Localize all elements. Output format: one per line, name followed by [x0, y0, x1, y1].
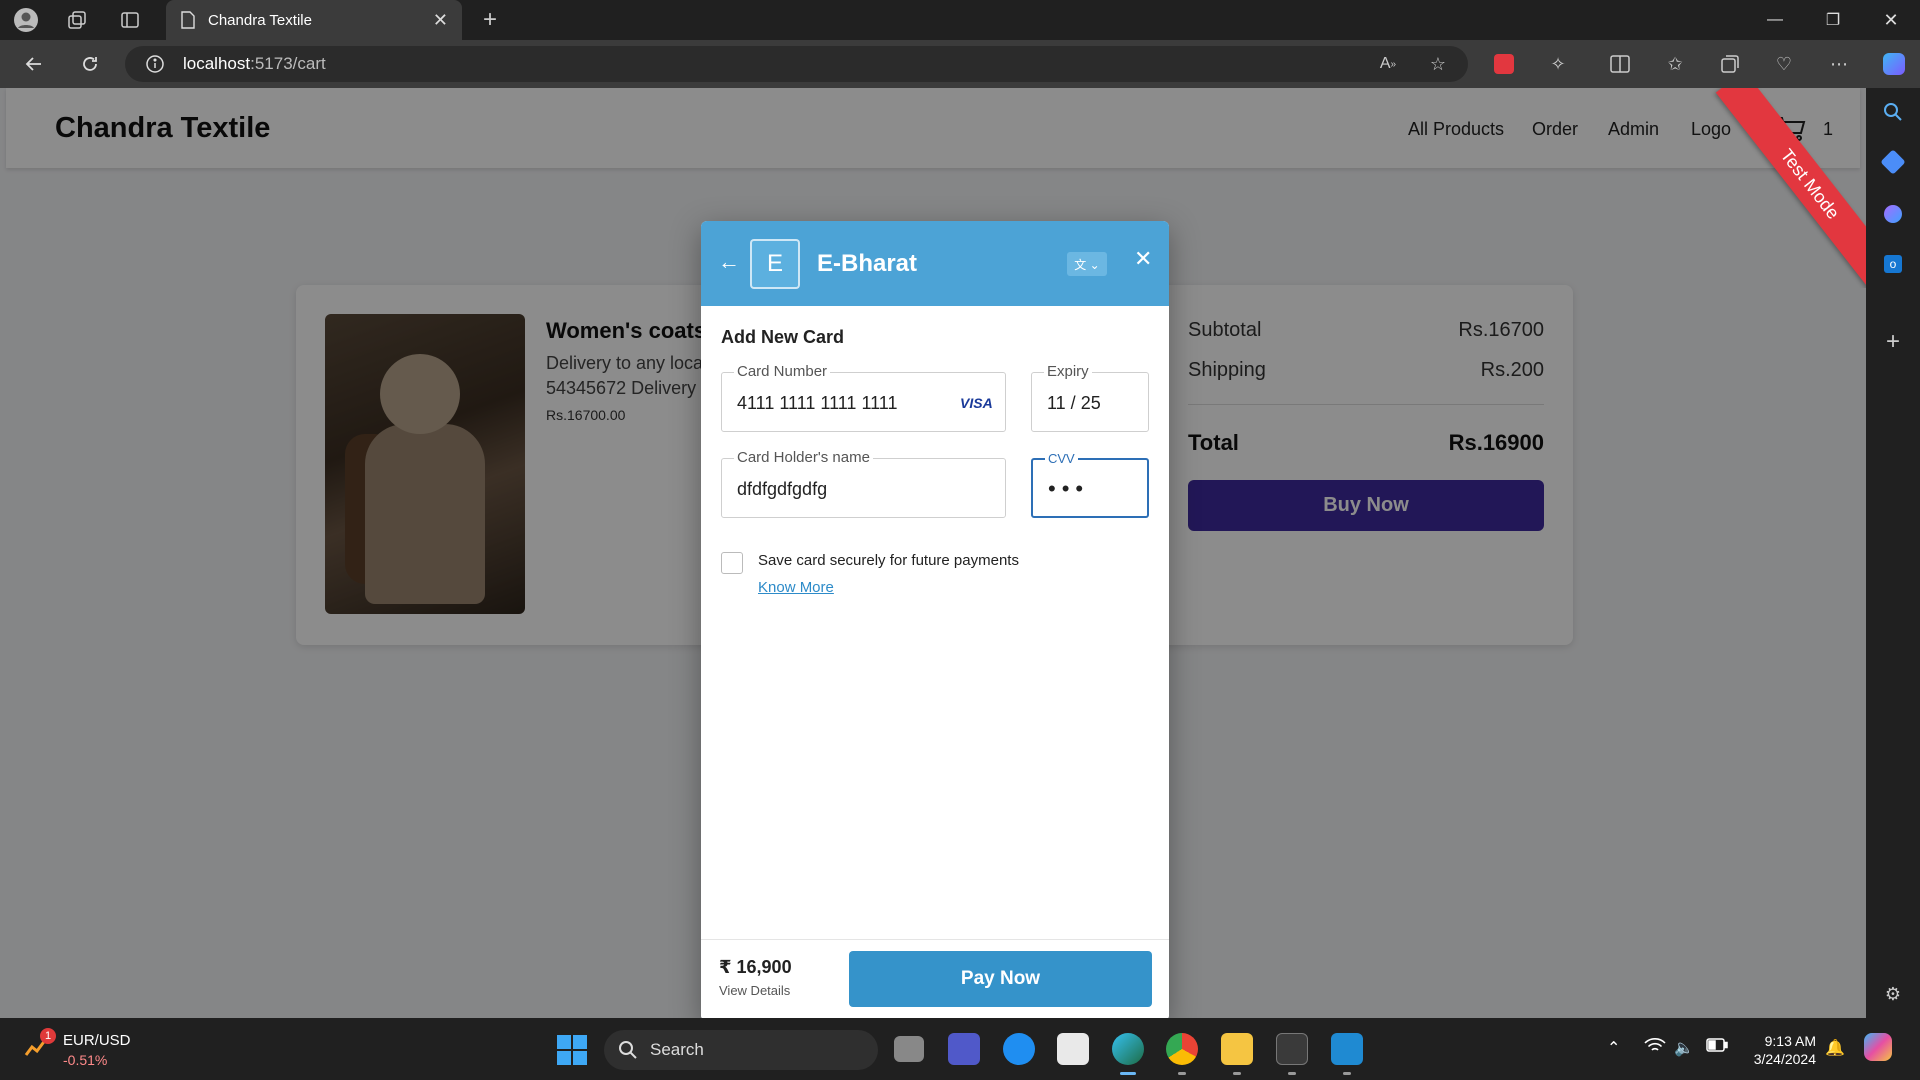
- modal-footer: ₹ 16,900 View Details Pay Now: [701, 939, 1169, 1018]
- file-explorer-icon[interactable]: [1221, 1033, 1253, 1065]
- back-icon[interactable]: [20, 50, 48, 78]
- know-more-link[interactable]: Know More: [758, 579, 834, 596]
- ticker-name[interactable]: EUR/USD: [63, 1032, 131, 1049]
- save-card-label[interactable]: Save card securely for future payments: [758, 552, 1019, 569]
- modal-header: ← E E-Bharat 文 ⌄ ✕: [701, 221, 1169, 306]
- sidebar-tools-icon[interactable]: [1879, 200, 1907, 228]
- tab-actions-icon[interactable]: [116, 6, 144, 34]
- card-number-label: Card Number: [734, 363, 831, 380]
- clock-time: 9:13 AM: [1764, 1033, 1816, 1049]
- wifi-icon[interactable]: [1644, 1038, 1666, 1059]
- refresh-icon[interactable]: [76, 50, 104, 78]
- store-icon[interactable]: [1057, 1033, 1089, 1065]
- cvv-value: •••: [1048, 476, 1090, 501]
- tray-chevron-icon[interactable]: ⌃: [1607, 1038, 1620, 1058]
- task-view-icon[interactable]: [894, 1036, 924, 1062]
- clock-date: 3/24/2024: [1753, 1051, 1816, 1067]
- copilot-icon[interactable]: [1880, 50, 1908, 78]
- battery-icon[interactable]: [1706, 1038, 1728, 1057]
- visa-logo: VISA: [960, 395, 993, 411]
- terminal-indicator: [1288, 1072, 1296, 1075]
- language-select-icon[interactable]: 文 ⌄: [1067, 252, 1107, 276]
- expiry-field[interactable]: Expiry 11 / 25: [1031, 363, 1149, 432]
- view-details-link[interactable]: View Details: [719, 983, 790, 998]
- vscode-indicator: [1343, 1072, 1351, 1075]
- volume-icon[interactable]: 🔈: [1674, 1038, 1694, 1058]
- restore-icon[interactable]: ❐: [1804, 0, 1862, 40]
- page-icon: [181, 11, 195, 29]
- add-card-heading: Add New Card: [721, 327, 845, 347]
- windows-taskbar: 1 EUR/USD -0.51% Search ⌃ 🔈 9:13 AM 3/24…: [0, 1018, 1920, 1080]
- split-screen-icon[interactable]: [1606, 50, 1634, 78]
- site-info-icon[interactable]: [145, 54, 165, 74]
- ticker-change: -0.51%: [63, 1052, 108, 1068]
- card-holder-value: dfdfgdfgdfg: [737, 479, 828, 499]
- cvv-label: CVV: [1045, 451, 1078, 466]
- edge-sidebar: o + ⚙: [1866, 88, 1920, 1018]
- more-menu-icon[interactable]: ⋯: [1825, 50, 1853, 78]
- profile-icon[interactable]: [12, 6, 40, 34]
- extension-red-icon[interactable]: [1490, 50, 1518, 78]
- merchant-logo: E: [750, 239, 800, 289]
- taskbar-search[interactable]: Search: [604, 1030, 878, 1070]
- search-label: Search: [650, 1040, 704, 1059]
- address-toolbar: localhost:5173/cart A» ☆ ✧ ✩ ♡ ⋯: [0, 40, 1920, 88]
- favorite-star-icon[interactable]: ☆: [1424, 50, 1452, 78]
- sidebar-search-icon[interactable]: [1879, 98, 1907, 126]
- edge-app-icon[interactable]: [1112, 1033, 1144, 1065]
- web-page: Chandra Textile All Products Order Admin…: [0, 88, 1866, 1018]
- extensions-puzzle-icon[interactable]: ✧: [1544, 50, 1572, 78]
- pay-now-button[interactable]: Pay Now: [849, 951, 1152, 1007]
- workspaces-icon[interactable]: [63, 6, 91, 34]
- payment-amount: ₹ 16,900: [719, 957, 792, 977]
- sidebar-add-icon[interactable]: +: [1879, 328, 1907, 356]
- sidebar-shopping-icon[interactable]: [1879, 148, 1907, 176]
- card-holder-label: Card Holder's name: [734, 449, 873, 466]
- modal-back-icon[interactable]: ←: [718, 249, 740, 275]
- expiry-value: 11 / 25: [1047, 393, 1101, 413]
- ticker-badge: 1: [40, 1028, 56, 1044]
- terminal-icon[interactable]: [1276, 1033, 1308, 1065]
- expiry-label: Expiry: [1044, 363, 1092, 380]
- modal-close-icon[interactable]: ✕: [1134, 246, 1152, 272]
- edge-active-indicator: [1120, 1072, 1136, 1075]
- sidebar-settings-icon[interactable]: ⚙: [1879, 980, 1907, 1008]
- explorer-indicator: [1233, 1072, 1241, 1075]
- read-aloud-icon[interactable]: A»: [1374, 50, 1402, 78]
- merchant-name: E-Bharat: [817, 250, 918, 277]
- payment-modal: ← E E-Bharat 文 ⌄ ✕ Add New Card Card Num…: [701, 221, 1169, 1018]
- window-close-icon[interactable]: ✕: [1862, 0, 1920, 40]
- browser-tab-bar: Chandra Textile ✕ + — ❐ ✕: [0, 0, 1920, 40]
- card-holder-field[interactable]: Card Holder's name dfdfgdfgdfg: [721, 449, 1006, 518]
- tab-close-icon[interactable]: ✕: [433, 10, 448, 31]
- card-number-value: 4111 1111 1111 1111: [737, 393, 898, 413]
- test-mode-ribbon: Test Mode: [1640, 88, 1866, 288]
- test-mode-label: Test Mode: [1715, 88, 1866, 288]
- collections-icon[interactable]: [1716, 50, 1744, 78]
- copilot-taskbar-icon[interactable]: [1864, 1033, 1892, 1061]
- help-icon[interactable]: [1003, 1033, 1035, 1065]
- windows-start-icon[interactable]: [557, 1035, 587, 1065]
- sidebar-outlook-icon[interactable]: o: [1879, 250, 1907, 278]
- teams-icon[interactable]: [948, 1033, 980, 1065]
- chrome-icon[interactable]: [1166, 1033, 1198, 1065]
- card-number-field[interactable]: Card Number 4111 1111 1111 1111 VISA: [721, 363, 1006, 432]
- save-card-checkbox[interactable]: [721, 552, 743, 574]
- browser-essentials-icon[interactable]: ♡: [1770, 50, 1798, 78]
- tab-chandra-textile[interactable]: Chandra Textile ✕: [166, 0, 462, 40]
- new-tab-icon[interactable]: +: [476, 6, 504, 34]
- url-bar[interactable]: localhost:5173/cart: [125, 46, 1468, 82]
- url-text: localhost:5173/cart: [183, 54, 326, 73]
- cvv-field[interactable]: CVV •••: [1031, 451, 1149, 518]
- chrome-indicator: [1178, 1072, 1186, 1075]
- search-icon: [619, 1041, 637, 1059]
- favorites-icon[interactable]: ✩: [1661, 50, 1689, 78]
- tab-title: Chandra Textile: [208, 11, 312, 29]
- notification-bell-icon[interactable]: 🔔: [1825, 1038, 1845, 1058]
- clock[interactable]: 9:13 AM 3/24/2024: [1746, 1032, 1816, 1068]
- minimize-icon[interactable]: —: [1746, 0, 1804, 40]
- vscode-icon[interactable]: [1331, 1033, 1363, 1065]
